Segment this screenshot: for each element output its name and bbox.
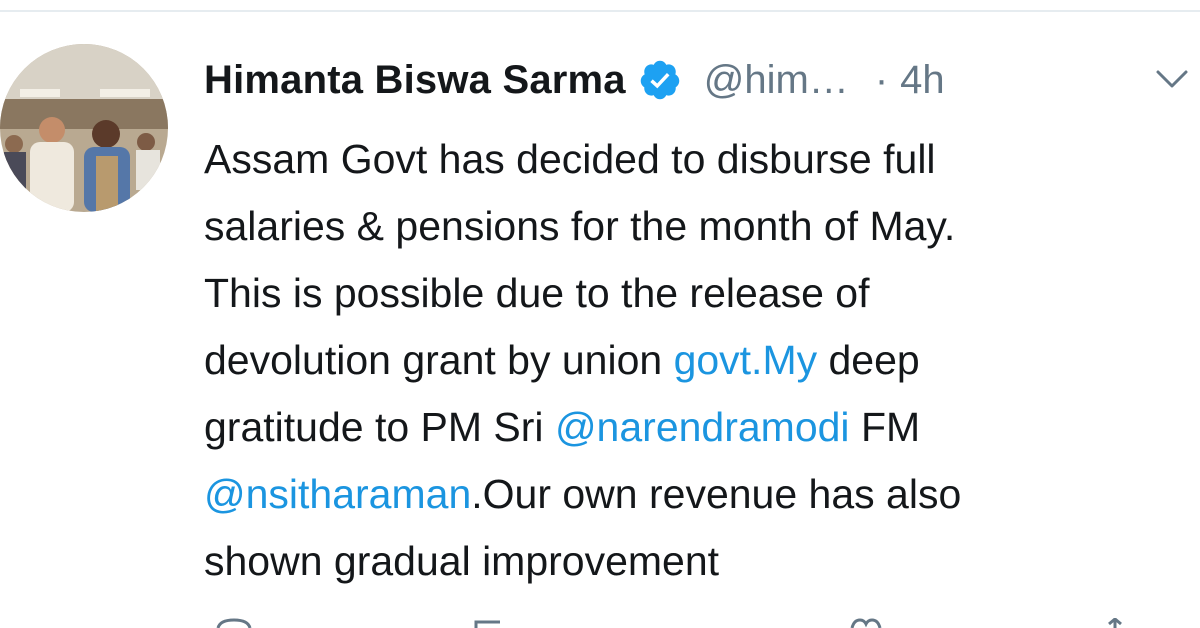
tweet-text: Assam Govt has decided to disburse full … — [204, 126, 1184, 595]
tweet-text-line: Assam Govt has decided to disburse full — [204, 136, 936, 182]
text-segment: deep — [817, 337, 920, 383]
author-display-name[interactable]: Himanta Biswa Sarma — [204, 58, 626, 103]
avatar[interactable] — [0, 44, 168, 212]
mention-nsitharaman[interactable]: @nsitharaman — [204, 471, 471, 517]
chevron-down-icon[interactable] — [1154, 66, 1190, 94]
text-segment: devolution grant by union — [204, 337, 674, 383]
verified-badge-icon — [640, 60, 679, 100]
link-govt-my[interactable]: govt.My — [674, 337, 818, 383]
text-segment: gratitude to PM Sri — [204, 404, 555, 450]
text-segment: .Our own revenue has also — [471, 471, 962, 517]
like-icon[interactable] — [848, 618, 884, 628]
tweet-timestamp[interactable]: 4h — [900, 58, 945, 103]
reply-icon[interactable] — [214, 618, 254, 628]
top-divider — [0, 0, 1200, 12]
tweet-text-line: gratitude to PM Sri @narendramodi FM — [204, 394, 1184, 461]
text-segment: FM — [849, 404, 921, 450]
tweet-text-line: shown gradual improvement — [204, 538, 720, 584]
retweet-icon[interactable] — [470, 618, 510, 628]
share-icon[interactable] — [1100, 618, 1130, 628]
header-separator: · — [874, 57, 889, 102]
author-handle[interactable]: @him… — [704, 58, 849, 103]
tweet-text-line: This is possible due to the release of — [204, 270, 870, 316]
tweet-text-line: @nsitharaman.Our own revenue has also — [204, 461, 1184, 528]
tweet-text-line: devolution grant by union govt.My deep — [204, 327, 1184, 394]
tweet-text-line: salaries & pensions for the month of May… — [204, 203, 956, 249]
tweet-header: Himanta Biswa Sarma @him… · 4h — [204, 52, 945, 108]
mention-narendramodi[interactable]: @narendramodi — [555, 404, 850, 450]
